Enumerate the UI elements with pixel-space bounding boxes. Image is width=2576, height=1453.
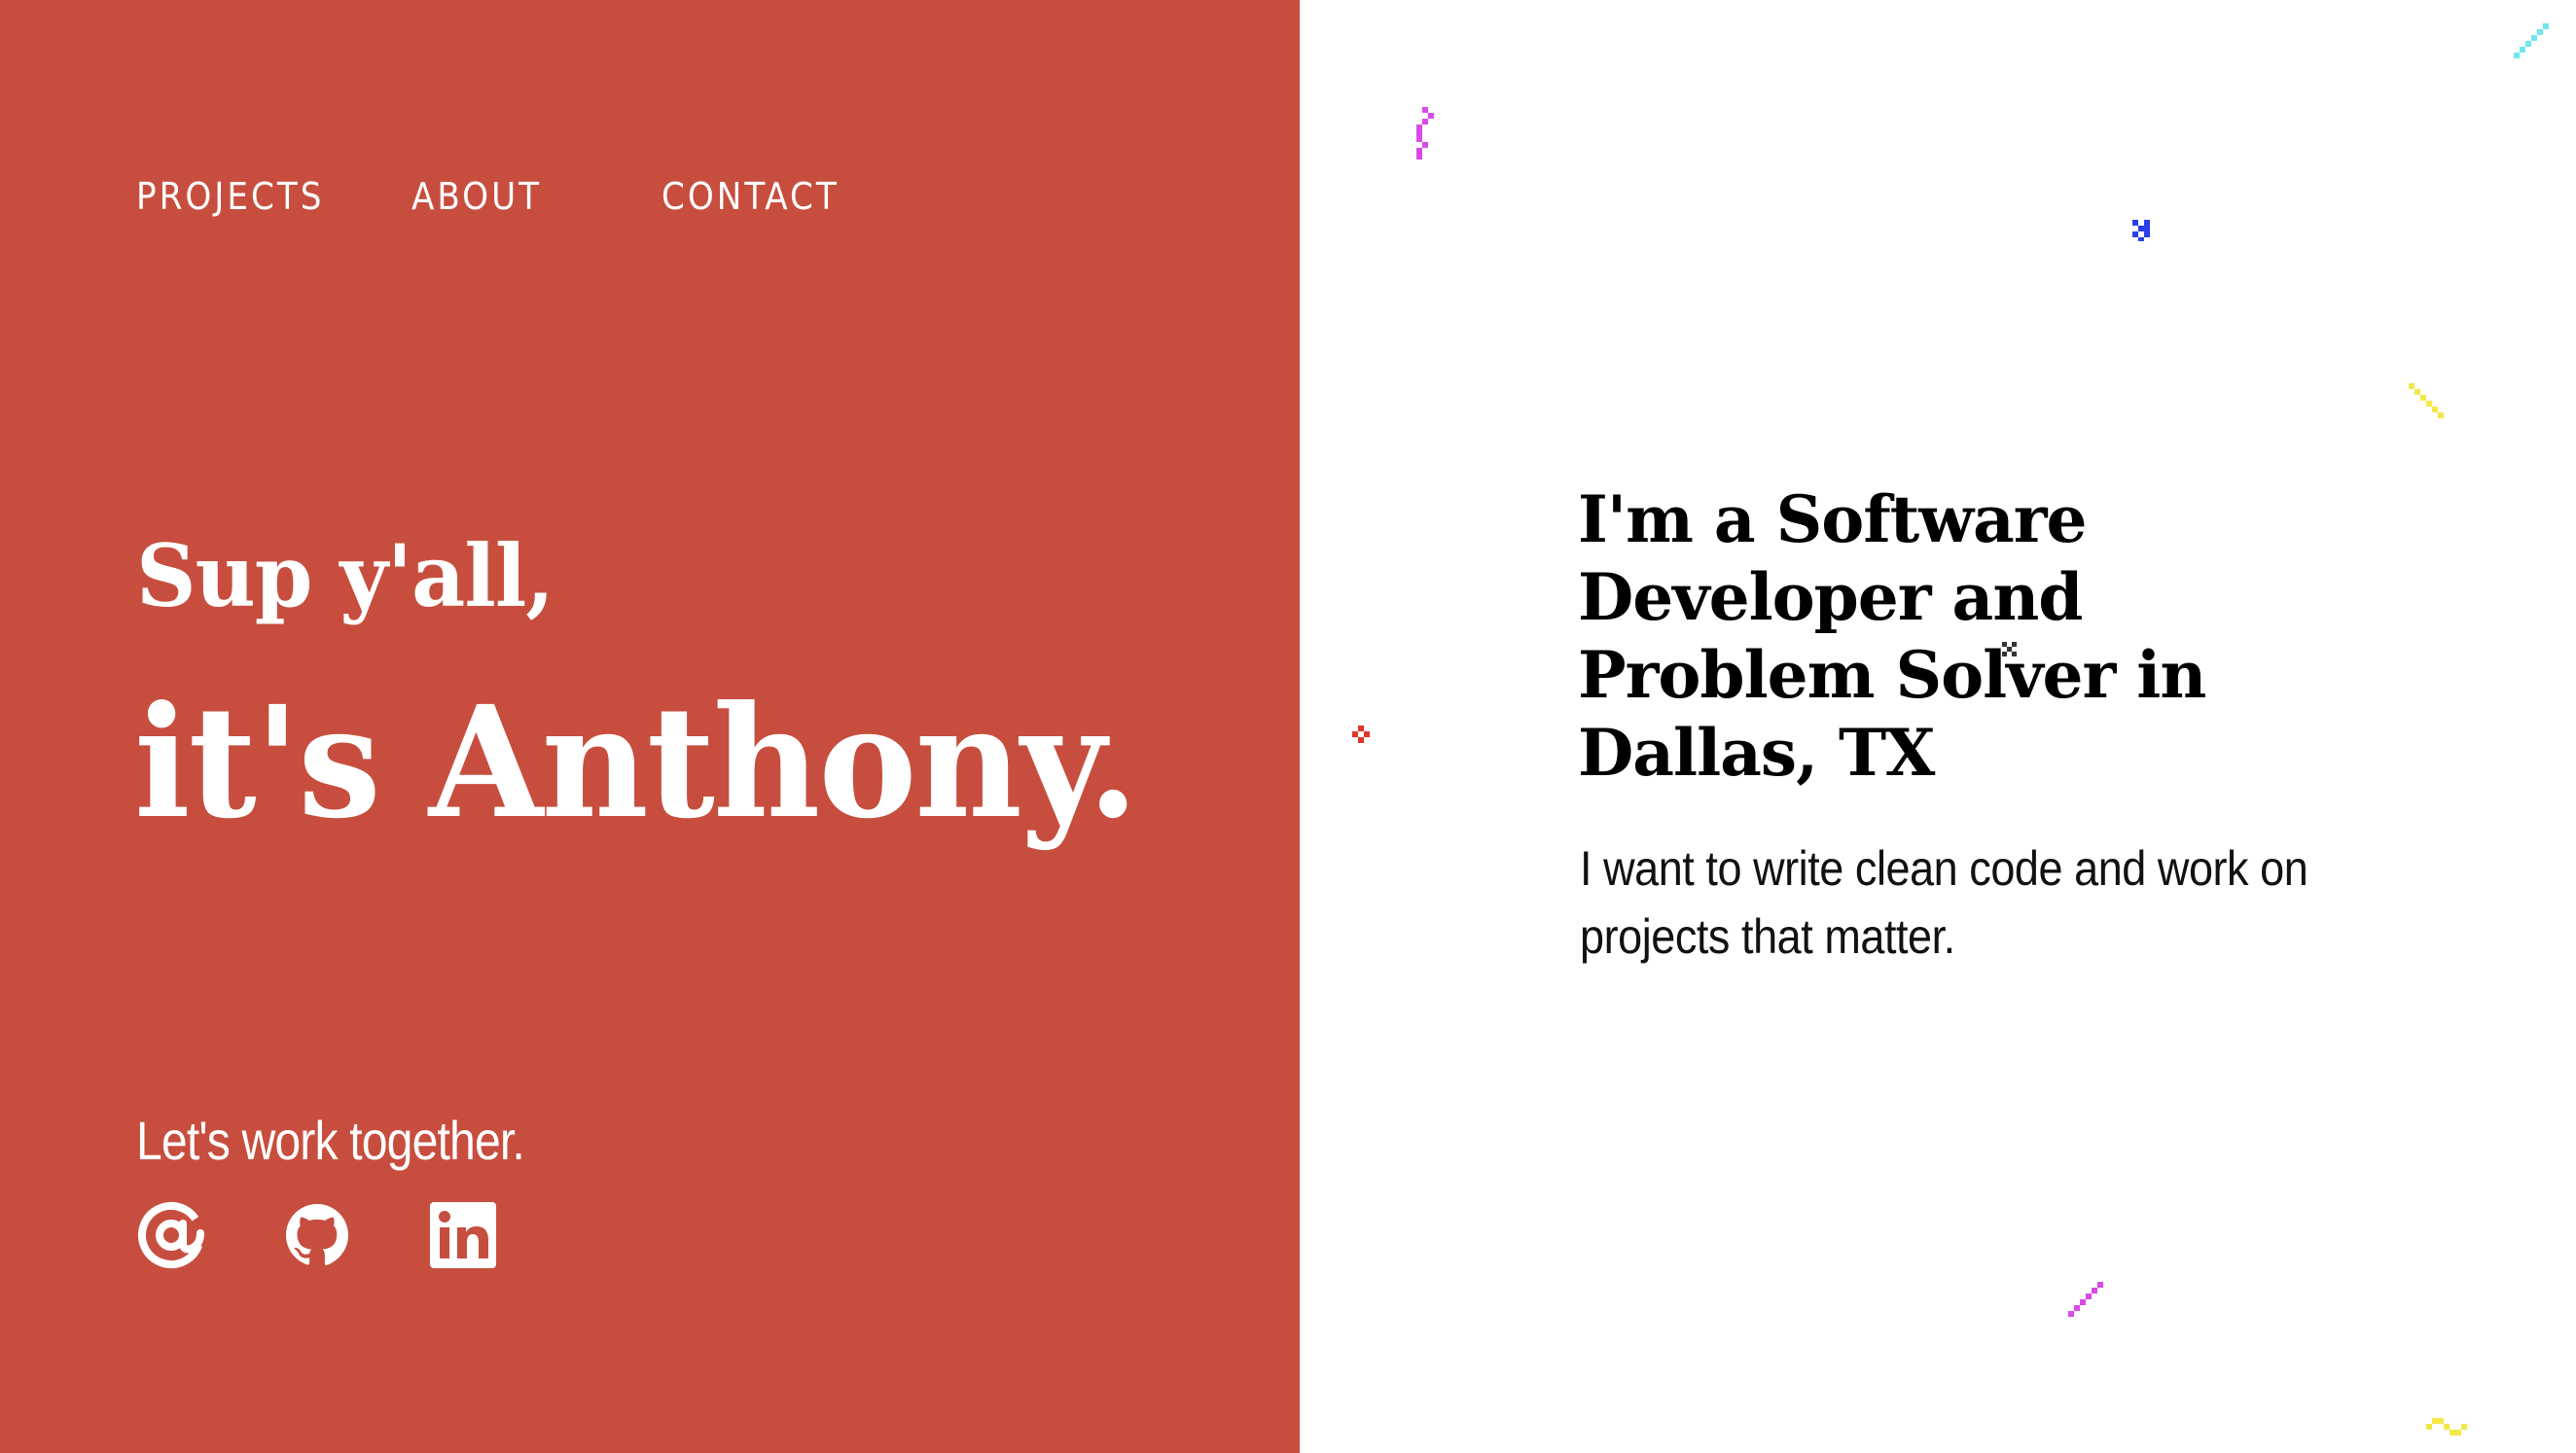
email-link[interactable] [136,1200,206,1270]
confetti-cyan [2514,23,2553,62]
page: PROJECTS ABOUT CONTACT Sup y'all, it's A… [0,0,2576,1453]
about-subtext: I want to write clean code and work on p… [1580,841,2308,964]
greeting-text: Sup y'all, [136,525,555,626]
confetti-red [1352,726,1374,747]
confetti-blue [2132,220,2156,243]
nav-projects-link[interactable]: PROJECTS [136,175,411,218]
confetti-dark-small [2002,642,2020,659]
nav-contact-link[interactable]: CONTACT [662,175,856,218]
nav-about-link[interactable]: ABOUT [411,175,662,218]
confetti-magenta-top [1413,107,1436,159]
hero-panel: PROJECTS ABOUT CONTACT Sup y'all, it's A… [0,0,1300,1453]
confetti-magenta-bottom [2068,1282,2107,1321]
cta-text: Let's work together. [136,1110,525,1171]
github-icon [286,1204,348,1265]
confetti-yellow-right [2409,383,2448,418]
at-icon [138,1202,204,1268]
name-heading: it's Anthony. [134,673,1139,853]
github-link[interactable] [282,1200,352,1270]
confetti-yellow-bottom [2426,1414,2475,1443]
about-headline: I'm a Software Developer and Problem Sol… [1578,481,2206,791]
linkedin-link[interactable] [428,1200,498,1270]
main-nav: PROJECTS ABOUT CONTACT [136,175,856,218]
linkedin-icon [430,1202,496,1268]
